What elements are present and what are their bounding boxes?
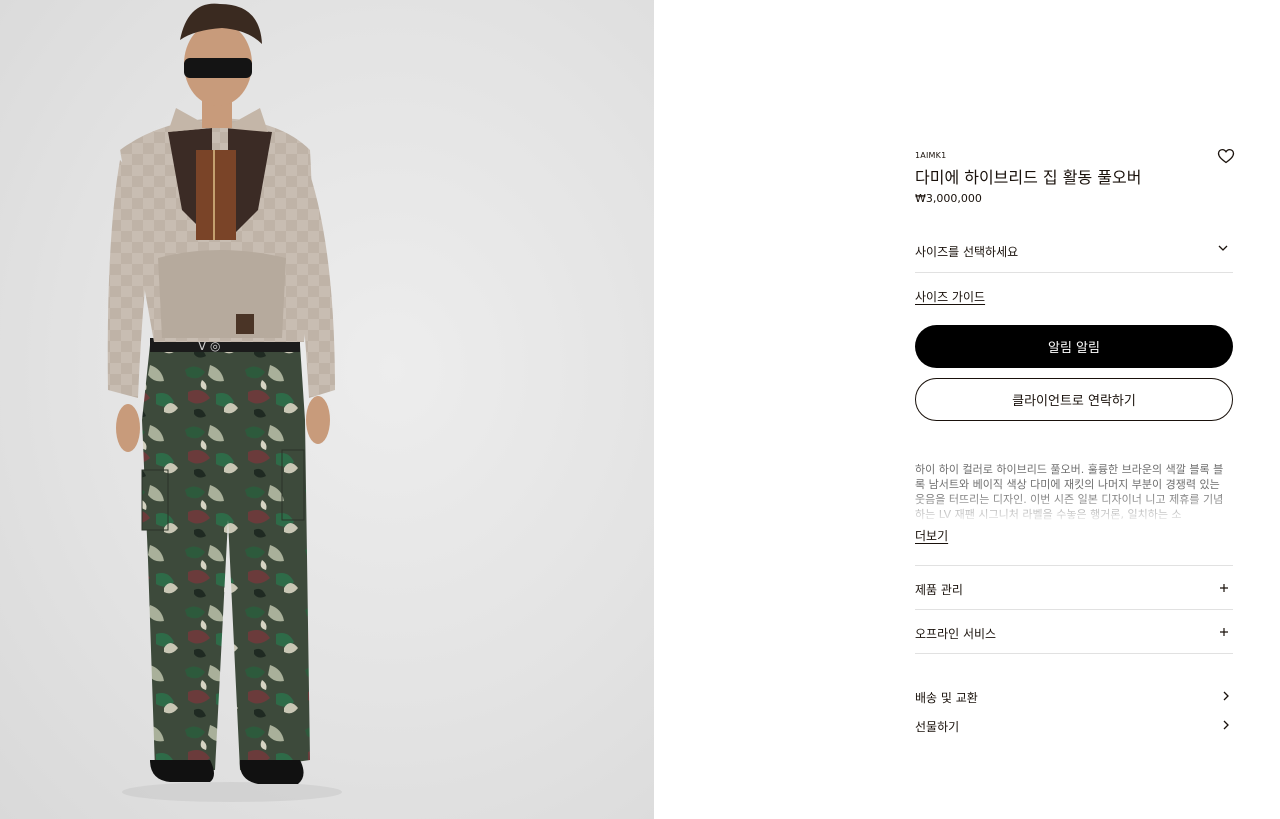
plus-icon: [1220, 584, 1228, 592]
size-select[interactable]: 사이즈를 선택하세요: [915, 228, 1233, 273]
accordion-product-care[interactable]: 제품 관리: [915, 565, 1233, 610]
size-guide-link[interactable]: 사이즈 가이드: [915, 288, 985, 305]
accordion-label: 오프라인 서비스: [915, 627, 997, 641]
link-gift[interactable]: 선물하기: [915, 715, 1233, 737]
accordion-label: 제품 관리: [915, 583, 963, 597]
link-delivery-returns[interactable]: 배송 및 교환: [915, 686, 1233, 708]
description-fade: [915, 492, 1233, 524]
product-title: 다미에 하이브리드 집 활동 풀오버: [915, 168, 1142, 187]
link-label: 선물하기: [915, 720, 960, 734]
notify-button[interactable]: 알림 알림: [915, 325, 1233, 368]
product-info-panel: 1AIMK1 다미에 하이브리드 집 활동 풀오버 ₩3,000,000 사이즈…: [915, 0, 1235, 819]
product-image[interactable]: V ◎: [0, 0, 654, 819]
wishlist-button[interactable]: [1217, 148, 1235, 164]
read-more-link[interactable]: 더보기: [915, 527, 948, 544]
size-select-label: 사이즈를 선택하세요: [915, 245, 1019, 259]
heart-icon: [1217, 148, 1235, 164]
chevron-right-icon: [1223, 720, 1229, 730]
chevron-down-icon: [1218, 245, 1228, 251]
chevron-right-icon: [1223, 691, 1229, 701]
accordion-offline-service[interactable]: 오프라인 서비스: [915, 609, 1233, 654]
product-sku: 1AIMK1: [915, 151, 947, 160]
product-price: ₩3,000,000: [915, 192, 982, 205]
contact-client-button[interactable]: 클라이언트로 연락하기: [915, 378, 1233, 421]
product-image-illustration: V ◎: [107, 3, 342, 802]
link-label: 배송 및 교환: [915, 691, 978, 705]
plus-icon: [1220, 628, 1228, 636]
